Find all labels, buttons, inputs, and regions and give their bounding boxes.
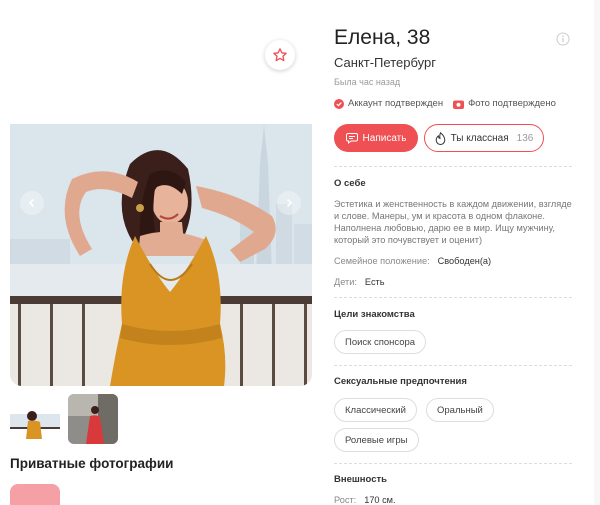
main-photo[interactable]: [10, 124, 312, 386]
action-buttons: Написать Ты классная 136: [334, 124, 544, 152]
divider: [334, 365, 572, 366]
thumbnail-image: [10, 394, 60, 444]
chevron-left-icon: [28, 198, 35, 208]
goal-chip[interactable]: Поиск спонсора: [334, 330, 427, 354]
photo-column: Приватные фотографии: [0, 0, 322, 505]
preference-chip[interactable]: Оральный: [426, 398, 494, 422]
star-icon: [273, 48, 287, 62]
marital-status-value: Свободен(а): [437, 256, 492, 266]
write-message-label: Написать: [362, 132, 407, 144]
next-photo-button[interactable]: [277, 191, 301, 215]
kids-value: Есть: [364, 277, 385, 287]
thumbnail-1[interactable]: [10, 394, 60, 444]
photo-verified-badge: Фото подтверждено: [453, 98, 556, 109]
check-circle-icon: [334, 98, 344, 109]
about-text: Эстетика и женственность в каждом движен…: [334, 199, 572, 245]
thumbnail-image: [68, 394, 118, 444]
favorite-button[interactable]: [265, 40, 295, 70]
prev-photo-button[interactable]: [20, 191, 44, 215]
divider: [334, 463, 572, 464]
chat-bubble-icon: [345, 133, 358, 144]
thumbnail-2[interactable]: [68, 394, 118, 444]
flame-icon: [435, 131, 445, 145]
profile-city: Санкт-Петербург: [334, 55, 436, 70]
photo-verified-text: Фото подтверждено: [468, 98, 556, 109]
account-verified-text: Аккаунт подтвержден: [348, 98, 444, 109]
preferences-title: Сексуальные предпочтения: [334, 376, 467, 387]
page-scrollbar[interactable]: [594, 0, 600, 505]
compliment-count: 136: [516, 132, 534, 144]
about-title: О себе: [334, 178, 366, 189]
private-photo-tile[interactable]: [10, 484, 60, 505]
account-verified-badge: Аккаунт подтвержден: [334, 98, 443, 109]
compliment-button[interactable]: Ты классная 136: [424, 124, 544, 152]
kids-status: Дети: Есть: [334, 277, 385, 287]
goals-title: Цели знакомства: [334, 309, 415, 320]
appearance-title: Внешность: [334, 474, 387, 485]
chevron-right-icon: [286, 198, 293, 208]
height-value: 170 см.: [364, 495, 396, 505]
divider: [334, 297, 572, 298]
kids-label: Дети:: [334, 277, 357, 287]
write-message-button[interactable]: Написать: [334, 124, 418, 152]
photo-thumbnails: [10, 394, 118, 444]
compliment-label: Ты классная: [450, 132, 509, 144]
camera-icon: [453, 100, 465, 109]
private-photos-title: Приватные фотографии: [10, 456, 174, 471]
last-seen: Была час назад: [334, 77, 401, 87]
preference-chip[interactable]: Классический: [334, 398, 417, 422]
marital-status-label: Семейное положение:: [334, 256, 430, 266]
preference-chip[interactable]: Ролевые игры: [334, 428, 419, 452]
divider: [334, 166, 572, 167]
profile-page: Приватные фотографии Елена, 38 Санкт-Пет…: [0, 0, 600, 505]
height-row: Рост: 170 см.: [334, 495, 396, 505]
verification-badges: Аккаунт подтвержден Фото подтверждено: [334, 98, 556, 109]
profile-name: Елена, 38: [334, 26, 431, 49]
height-label: Рост:: [334, 495, 357, 505]
woman-photo-illustration: [10, 124, 312, 386]
marital-status: Семейное положение: Свободен(а): [334, 256, 491, 266]
profile-info-column: Елена, 38 Санкт-Петербург Была час назад…: [334, 0, 574, 505]
info-icon[interactable]: [556, 32, 570, 46]
